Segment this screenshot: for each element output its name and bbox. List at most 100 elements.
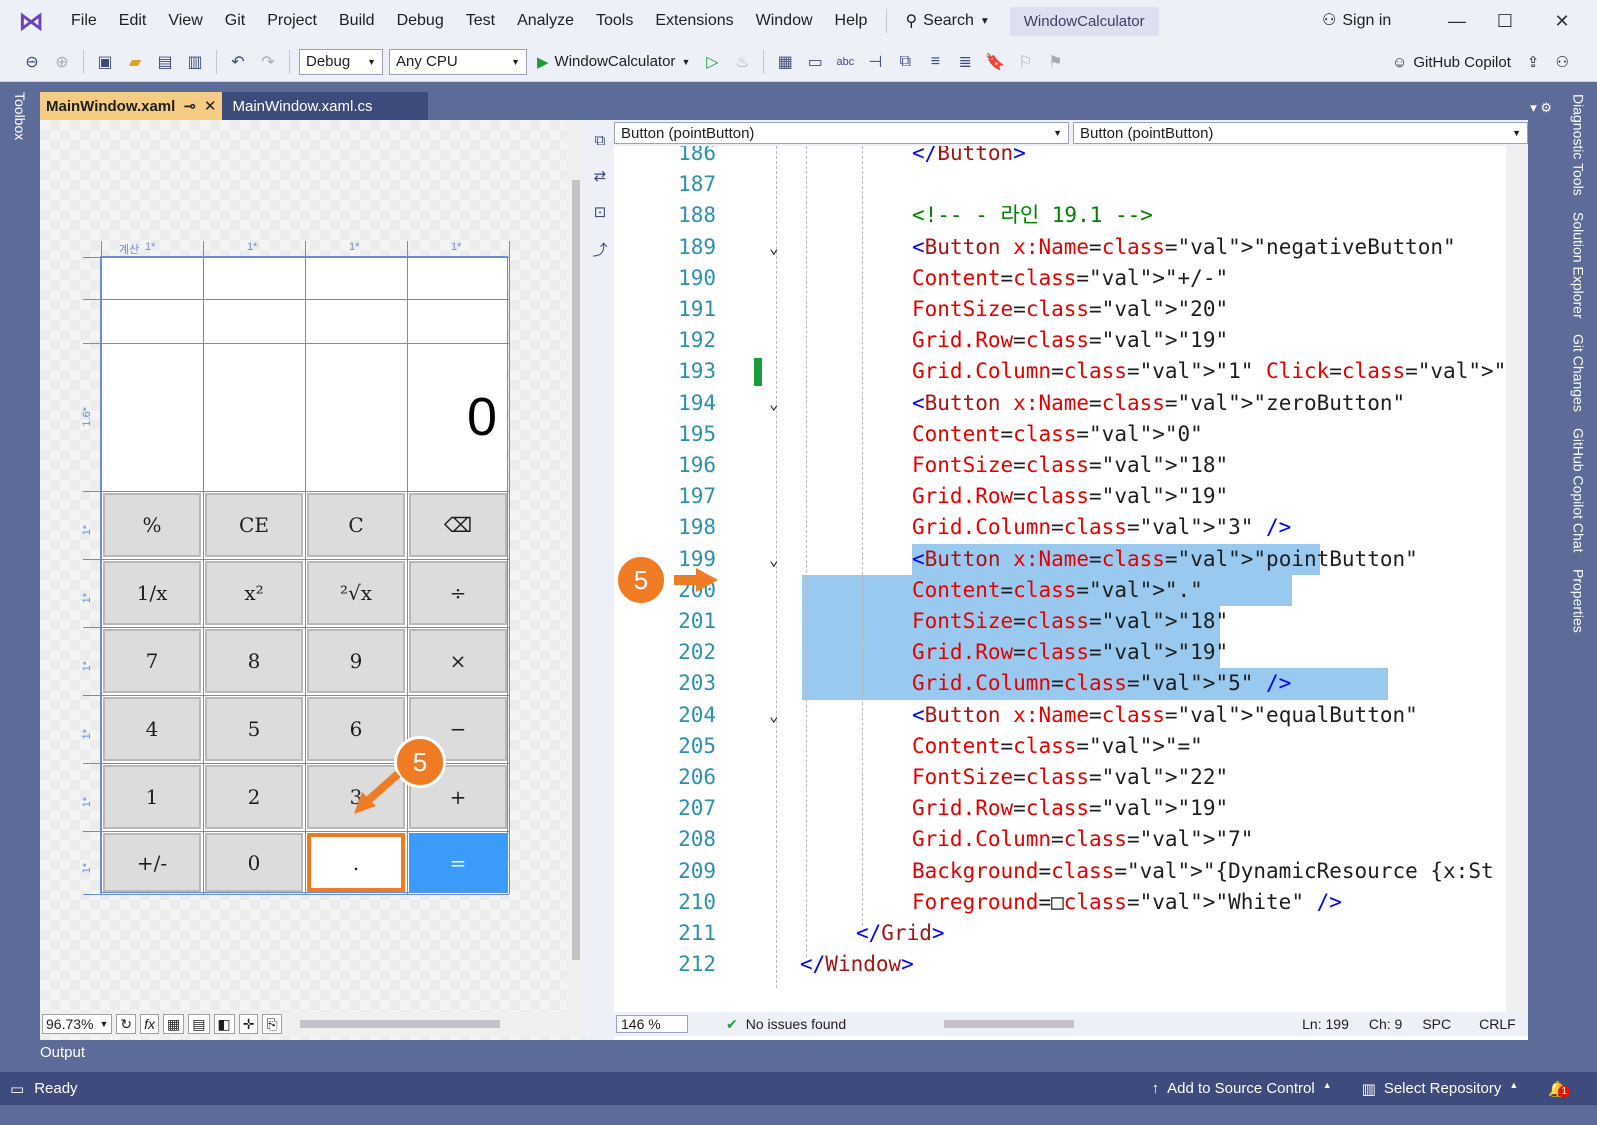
code-line[interactable]: 211 </Grid> [614, 918, 1506, 949]
row-size-label[interactable]: 1* [81, 661, 93, 671]
code-editor[interactable]: Button (pointButton) ▼ Button (pointButto… [614, 120, 1528, 1040]
outdent-icon[interactable]: ≣ [953, 50, 977, 74]
calc-button[interactable]: 1 [103, 765, 201, 829]
column-size-label[interactable]: 1* [145, 241, 155, 253]
menu-edit[interactable]: Edit [108, 0, 158, 42]
calc-button[interactable]: 6 [307, 697, 405, 761]
sign-in-button[interactable]: ⚇ Sign in [1322, 0, 1391, 42]
calc-button[interactable]: % [103, 493, 201, 557]
menu-file[interactable]: File [60, 0, 108, 42]
swap-panes-icon[interactable]: ⇄ [594, 167, 607, 185]
indent-icon[interactable]: ≡ [923, 50, 947, 74]
background-icon[interactable]: ◧ [213, 1014, 235, 1034]
editor-scrollbar[interactable] [1506, 146, 1528, 1012]
code-line[interactable]: 207 Grid.Row=class="val">"19" [614, 793, 1506, 824]
calc-button[interactable]: 0 [205, 833, 303, 892]
code-line[interactable]: 195 Content=class="val">"0" [614, 419, 1506, 450]
code-line[interactable]: 201 FontSize=class="val">"18" [614, 606, 1506, 637]
menu-view[interactable]: View [157, 0, 213, 42]
xaml-designer[interactable]: 계산 0 1* 1* 1* 1* 1.6* 1* 1* 1* 1* 1* 1*% CE C ⌫ 1/x x² ²… [40, 120, 586, 1040]
tool-tab-solution-explorer[interactable]: Solution Explorer [1571, 212, 1587, 319]
calc-button[interactable]: = [409, 833, 507, 892]
designer-hscroll[interactable] [299, 1020, 500, 1028]
configuration-select[interactable]: Debug ▼ [299, 48, 383, 75]
calc-button[interactable]: CE [205, 493, 303, 557]
select-repository-button[interactable]: ▥ Select Repository ▲ [1362, 1080, 1519, 1098]
code-line[interactable]: 198 Grid.Column=class="val">"3" /> [614, 512, 1506, 543]
menu-tools[interactable]: Tools [585, 0, 644, 42]
calc-button[interactable]: 4 [103, 697, 201, 761]
code-line[interactable]: 189 ⌄ <Button x:Name=class="val">"negative… [614, 232, 1506, 263]
fold-chevron-icon[interactable]: ⌄ [769, 232, 779, 263]
tool-tab-diagnostic-tools[interactable]: Diagnostic Tools [1571, 94, 1587, 196]
solution-explorer-icon[interactable]: ▦ [773, 50, 797, 74]
code-line[interactable]: 200Content=class="val">"." [614, 575, 1506, 606]
grid-icon[interactable]: ▦ [163, 1014, 185, 1034]
menu-project[interactable]: Project [256, 0, 328, 42]
code-line[interactable]: 208 Grid.Column=class="val">"7" [614, 824, 1506, 855]
calc-button[interactable]: 9 [307, 629, 405, 693]
menu-window[interactable]: Window [745, 0, 824, 42]
column-size-label[interactable]: 1* [247, 241, 257, 253]
column-size-label[interactable]: 1* [451, 241, 461, 253]
pin-icon[interactable]: ⊸ [183, 97, 196, 115]
code-line[interactable]: 192 Grid.Row=class="val">"19" [614, 325, 1506, 356]
platform-select[interactable]: Any CPU ▼ [389, 48, 527, 75]
row-size-label[interactable]: 1.6* [81, 407, 93, 427]
toolbox-tab[interactable]: Toolbox [12, 92, 28, 140]
calc-button[interactable]: x² [205, 561, 303, 625]
github-copilot-button[interactable]: ☺ GitHub Copilot ⇪ ⚇ [1392, 42, 1569, 82]
redo-icon[interactable]: ↷ [256, 50, 280, 74]
save-all-icon[interactable]: ▥ [183, 50, 207, 74]
calc-button[interactable]: ÷ [409, 561, 507, 625]
visual-studio-logo-icon[interactable]: ⋈ [16, 7, 46, 35]
start-debugging-button[interactable]: ▶ WindowCalculator ▼ [533, 53, 694, 71]
maximize-button[interactable]: ☐ [1481, 0, 1529, 42]
code-line[interactable]: 190 Content=class="val">"+/-" [614, 263, 1506, 294]
line-ending[interactable]: CRLF [1479, 1016, 1516, 1032]
code-line[interactable]: 193 Grid.Column=class="val">"1" Click=cla… [614, 356, 1506, 387]
tool-tab-git-changes[interactable]: Git Changes [1571, 334, 1587, 412]
menu-help[interactable]: Help [824, 0, 879, 42]
compare-icon[interactable]: ⧉ [893, 50, 917, 74]
code-line[interactable]: 204 ⌄ <Button x:Name=class="val">"equalBut… [614, 700, 1506, 731]
code-line[interactable]: 197 Grid.Row=class="val">"19" [614, 481, 1506, 512]
row-size-label[interactable]: 1* [81, 729, 93, 739]
code-line[interactable]: 209 Background=class="val">"{DynamicResou… [614, 856, 1506, 887]
row-size-label[interactable]: 1* [81, 593, 93, 603]
code-line[interactable]: 194 ⌄ <Button x:Name=class="val">"zeroButt… [614, 388, 1506, 419]
popout-icon[interactable]: ⤴ [592, 239, 607, 260]
code-line[interactable]: 205 Content=class="val">"=" [614, 731, 1506, 762]
code-line[interactable]: 199 ⌄ <Button x:Name=class="val">"pointBut… [614, 544, 1506, 575]
xaml-icon[interactable]: ⊡ [594, 203, 607, 221]
output-tab[interactable]: Output [0, 1040, 1597, 1072]
tab-overflow-icon[interactable]: ▾ ⚙ [1522, 100, 1560, 120]
designer-zoom-select[interactable]: 96.73% ▼ [42, 1014, 113, 1034]
menu-build[interactable]: Build [328, 0, 386, 42]
designer-scrollbar[interactable] [566, 120, 586, 1020]
spell-check-icon[interactable]: abc [833, 50, 857, 74]
new-project-icon[interactable]: ▣ [93, 50, 117, 74]
scrollbar-thumb[interactable] [572, 180, 580, 960]
save-icon[interactable]: ▤ [153, 50, 177, 74]
calc-button[interactable]: ⌫ [409, 493, 507, 557]
issues-status[interactable]: No issues found [746, 1016, 846, 1032]
code-line[interactable]: 196 FontSize=class="val">"18" [614, 450, 1506, 481]
tab-mainwindow-xaml-cs[interactable]: MainWindow.xaml.cs [222, 92, 429, 120]
snap-lines-icon[interactable]: ✛ [238, 1014, 259, 1034]
row-size-label[interactable]: 1* [81, 863, 93, 873]
code-line[interactable]: 186 </Button> [614, 146, 1506, 169]
start-without-debugging-icon[interactable]: ▷ [700, 50, 724, 74]
column-size-label[interactable]: 1* [349, 241, 359, 253]
code-line[interactable]: 188 <!-- - 라인 19.1 --> [614, 200, 1506, 231]
row-size-label[interactable]: 1* [81, 797, 93, 807]
tab-mainwindow-xaml[interactable]: MainWindow.xaml ⊸ ✕ [40, 92, 223, 120]
close-button[interactable]: ✕ [1538, 0, 1586, 42]
code-line[interactable]: 202 Grid.Row=class="val">"19" [614, 637, 1506, 668]
menu-debug[interactable]: Debug [386, 0, 455, 42]
refresh-icon[interactable]: ↻ [116, 1014, 137, 1034]
add-to-source-control-button[interactable]: ↑ Add to Source Control ▲ [1152, 1080, 1332, 1097]
calc-button[interactable]: × [409, 629, 507, 693]
menu-extensions[interactable]: Extensions [644, 0, 744, 42]
row-size-label[interactable]: 1* [81, 525, 93, 535]
